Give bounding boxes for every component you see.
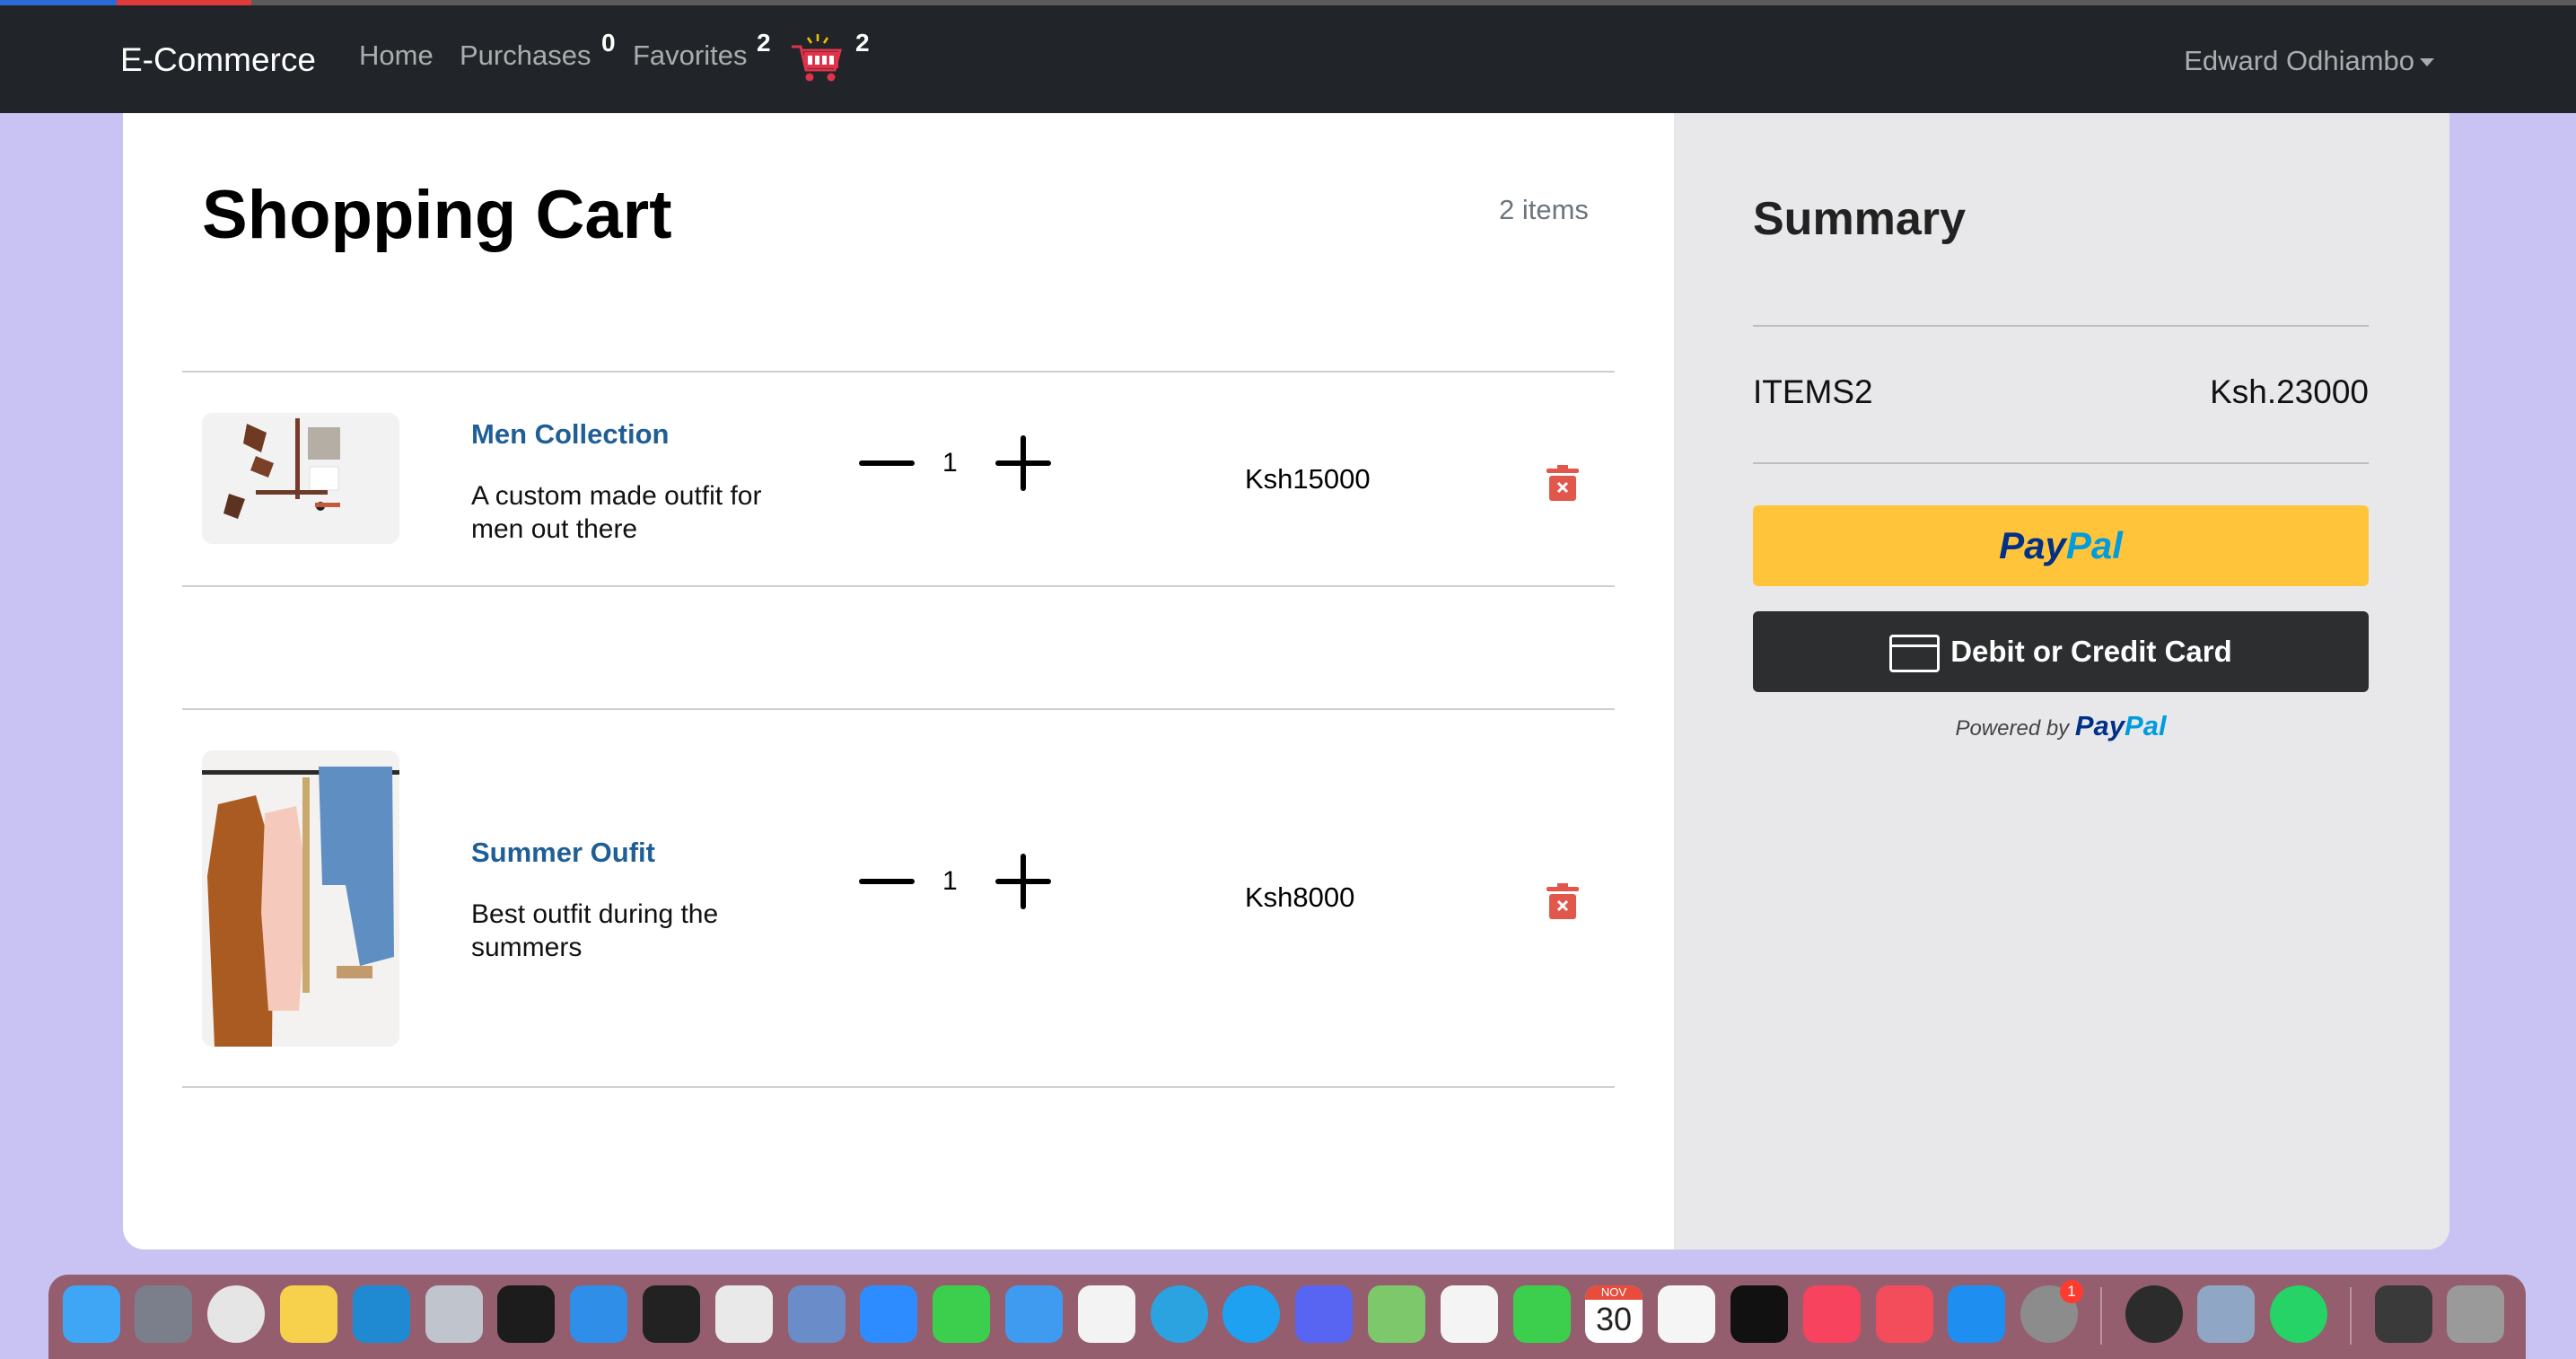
credit-card-icon — [1889, 635, 1941, 673]
increase-quantity-button[interactable] — [995, 435, 1051, 491]
quantity-value: 1 — [942, 866, 958, 896]
paypal-button[interactable]: PayPal — [1753, 505, 2369, 586]
item-price: Ksh15000 — [1245, 463, 1371, 495]
navbar: E-Commerce Home Purchases 0 Favorites 2 … — [0, 5, 2576, 113]
appletv-icon[interactable] — [1730, 1285, 1788, 1343]
item-price: Ksh8000 — [1245, 881, 1355, 913]
divider — [182, 585, 1615, 587]
music-icon[interactable] — [1803, 1285, 1861, 1343]
terminal-icon[interactable] — [497, 1285, 555, 1343]
product-name[interactable]: Men Collection — [471, 418, 669, 451]
product-name[interactable]: Summer Oufit — [471, 837, 655, 869]
calendar-day: 30 — [1595, 1301, 1633, 1337]
zoom-icon[interactable] — [860, 1285, 917, 1343]
telegram-icon[interactable] — [1151, 1285, 1208, 1343]
discord-icon[interactable] — [1295, 1285, 1353, 1343]
debit-credit-card-button[interactable]: Debit or Credit Card — [1753, 611, 2369, 692]
reminders-icon[interactable] — [1658, 1285, 1715, 1343]
divider — [182, 1086, 1615, 1088]
downloads-icon[interactable] — [2375, 1285, 2432, 1343]
launchpad-icon[interactable] — [135, 1285, 192, 1343]
user-dropdown[interactable]: Edward Odhiambo — [2184, 45, 2434, 77]
increase-quantity-button[interactable] — [995, 854, 1051, 909]
user-name: Edward Odhiambo — [2184, 45, 2414, 76]
summary-panel: Summary ITEMS2 Ksh.23000 PayPal Debit or… — [1674, 113, 2449, 1249]
trash-icon[interactable] — [1543, 881, 1582, 921]
vscode-icon[interactable] — [353, 1285, 410, 1343]
maps-icon[interactable] — [1368, 1285, 1425, 1343]
calendar-month: NOV — [1585, 1285, 1643, 1300]
divider — [1753, 462, 2369, 464]
paypal-logo-pay: Pay — [2074, 710, 2125, 741]
product-image-summer-outfit[interactable] — [202, 750, 399, 1047]
powered-by-text: Powered by — [1955, 716, 2070, 741]
messages-icon[interactable] — [933, 1285, 990, 1343]
decrease-quantity-button[interactable] — [859, 879, 915, 884]
caret-down-icon — [2420, 58, 2434, 67]
product-description: Best outfit during the summers — [471, 899, 719, 962]
divider — [1753, 325, 2369, 327]
app-icon[interactable] — [788, 1285, 846, 1343]
skype-icon[interactable] — [1222, 1285, 1280, 1343]
cart-badge: 2 — [855, 29, 870, 57]
summary-title: Summary — [1753, 193, 1966, 245]
decrease-quantity-button[interactable] — [859, 460, 915, 466]
preview-icon[interactable] — [2197, 1285, 2255, 1343]
chrome-icon[interactable] — [207, 1285, 265, 1343]
news-icon[interactable] — [1876, 1285, 1933, 1343]
calendar-icon[interactable]: NOV 30 — [1585, 1285, 1643, 1343]
webstorm-icon[interactable] — [2125, 1285, 2183, 1343]
whatsapp-icon[interactable] — [2270, 1285, 2327, 1343]
mail-icon[interactable] — [1005, 1285, 1063, 1343]
card-button-label: Debit or Credit Card — [1950, 635, 2232, 668]
divider — [182, 371, 1615, 373]
photos-icon[interactable] — [1441, 1285, 1498, 1343]
safari-icon[interactable] — [570, 1285, 627, 1343]
product-image-men-collection[interactable] — [202, 413, 399, 544]
nav-favorites[interactable]: Favorites — [633, 39, 747, 72]
dock-separator — [2100, 1287, 2102, 1345]
paypal-logo-pal: Pal — [2125, 710, 2167, 741]
page-title: Shopping Cart — [202, 177, 672, 253]
brand[interactable]: E-Commerce — [120, 41, 316, 79]
cart-card: Shopping Cart 2 items Men Collection A c… — [123, 113, 2449, 1249]
notification-badge: 1 — [2060, 1280, 2083, 1303]
app-store-icon[interactable] — [1948, 1285, 2005, 1343]
trash-bin-icon[interactable] — [2447, 1285, 2504, 1343]
dock: NOV 30 1 — [48, 1275, 2526, 1359]
nav-purchases[interactable]: Purchases — [460, 39, 591, 72]
notes-icon[interactable] — [280, 1285, 337, 1343]
nav-home[interactable]: Home — [359, 39, 434, 72]
quantity-value: 1 — [942, 448, 958, 478]
purchases-badge: 0 — [601, 29, 616, 57]
paypal-logo-pal: Pal — [2065, 524, 2123, 566]
items-count: 2 items — [1499, 194, 1589, 225]
postgres-icon[interactable] — [715, 1285, 773, 1343]
summary-total: Ksh.23000 — [2210, 373, 2369, 410]
iterm-icon[interactable] — [643, 1285, 700, 1343]
dock-separator — [2350, 1287, 2352, 1345]
finder-icon[interactable] — [63, 1285, 120, 1343]
powered-by-paypal: Powered by PayPal — [1753, 710, 2369, 742]
trash-icon[interactable] — [1543, 463, 1582, 503]
quicktime-icon[interactable] — [425, 1285, 483, 1343]
product-description: A custom made outfit for men out there — [471, 481, 762, 544]
shopping-cart-icon[interactable] — [788, 32, 847, 88]
facetime-icon[interactable] — [1513, 1285, 1571, 1343]
system-settings-icon[interactable]: 1 — [2020, 1280, 2083, 1343]
slack-icon[interactable] — [1078, 1285, 1135, 1343]
paypal-logo-pay: Pay — [1999, 524, 2066, 566]
divider — [182, 708, 1615, 710]
summary-items-label: ITEMS2 — [1753, 373, 1873, 410]
favorites-badge: 2 — [757, 29, 771, 57]
